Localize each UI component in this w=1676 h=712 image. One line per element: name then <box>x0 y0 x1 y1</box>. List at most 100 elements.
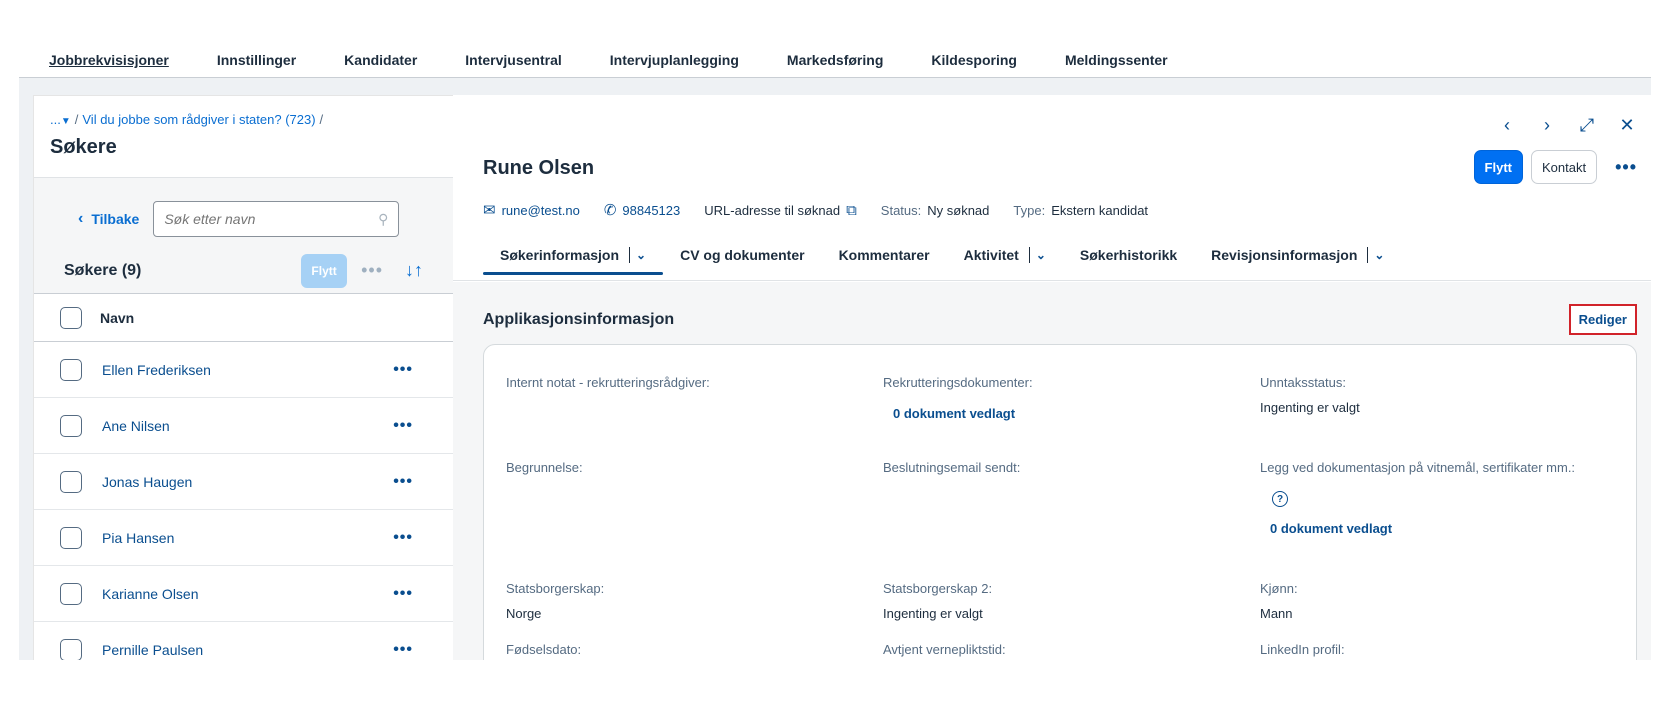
topnav-meldingssenter[interactable]: Meldingssenter <box>1065 52 1168 68</box>
breadcrumb-separator: / <box>74 112 79 127</box>
field-begrunnelse: Begrunnelse: <box>506 460 583 475</box>
field-label: Internt notat - rekrutteringsrådgiver: <box>506 375 710 390</box>
next-icon[interactable]: › <box>1537 115 1557 136</box>
chevron-down-icon[interactable]: ⌄ <box>629 247 646 263</box>
field-fodselsdato: Fødselsdato: <box>506 642 581 657</box>
search-icon[interactable]: ⚲ <box>378 211 388 228</box>
tab-label: Revisjonsinformasjon <box>1211 247 1358 263</box>
field-rekrutteringsdokumenter: Rekrutteringsdokumenter: 0 dokument vedl… <box>883 375 1033 421</box>
field-label: Legg ved dokumentasjon på vitnemål, sert… <box>1260 460 1576 475</box>
tab-label: Kommentarer <box>838 247 930 263</box>
breadcrumb-job[interactable]: Vil du jobbe som rådgiver i staten? (723… <box>82 112 315 127</box>
tab-kommentarer[interactable]: Kommentarer <box>822 235 947 275</box>
attachments-link[interactable]: 0 dokument vedlagt <box>893 406 1033 421</box>
url-label: URL-adresse til søknad <box>704 202 841 218</box>
more-options-icon[interactable]: ••• <box>361 260 383 281</box>
close-icon[interactable]: ✕ <box>1617 115 1637 136</box>
sort-icon[interactable]: ↓↑ <box>405 260 423 281</box>
table-row[interactable]: Karianne Olsen ••• <box>34 566 455 622</box>
search-field[interactable]: ⚲ <box>153 201 400 237</box>
topnav-jobbrekvisisjoner[interactable]: Jobbrekvisisjoner <box>49 52 169 68</box>
more-actions-icon[interactable]: ••• <box>1615 157 1637 178</box>
back-button[interactable]: ‹ Tilbake <box>78 210 139 228</box>
fullscreen-icon[interactable]: ⤢ <box>1577 115 1597 136</box>
edit-button[interactable]: Rediger <box>1568 304 1637 335</box>
row-more-icon[interactable]: ••• <box>393 529 413 547</box>
tab-label: CV og dokumenter <box>680 247 805 263</box>
field-value: Norge <box>506 606 542 621</box>
applicant-name-link[interactable]: Karianne Olsen <box>102 586 393 602</box>
row-more-icon[interactable]: ••• <box>393 473 413 491</box>
applicant-name-link[interactable]: Ellen Frederiksen <box>102 362 393 378</box>
applicant-name: Rune Olsen <box>483 157 595 179</box>
field-label: Beslutningsemail sendt: <box>883 460 1021 475</box>
type-label: Type: <box>1013 202 1046 218</box>
row-checkbox[interactable] <box>60 638 82 660</box>
topnav-kandidater[interactable]: Kandidater <box>344 52 417 68</box>
field-value: Ingenting er valgt <box>1260 400 1360 415</box>
topnav-kildesporing[interactable]: Kildesporing <box>931 52 1017 68</box>
email-item[interactable]: ✉ rune@test.no <box>483 201 580 219</box>
field-label: Kjønn: <box>1260 581 1298 596</box>
topnav-intervjuplanlegging[interactable]: Intervjuplanlegging <box>610 52 739 68</box>
table-row[interactable]: Pernille Paulsen ••• <box>34 622 455 660</box>
email-link[interactable]: rune@test.no <box>502 203 580 218</box>
applicant-name-link[interactable]: Pia Hansen <box>102 530 393 546</box>
table-row[interactable]: Jonas Haugen ••• <box>34 454 455 510</box>
field-legg-ved-dokumentasjon: Legg ved dokumentasjon på vitnemål, sert… <box>1260 460 1575 536</box>
tab-cv-og-dokumenter[interactable]: CV og dokumenter <box>663 235 821 275</box>
flytt-button-disabled[interactable]: Flytt <box>301 253 348 288</box>
topnav-innstillinger[interactable]: Innstillinger <box>217 52 296 68</box>
row-checkbox[interactable] <box>60 358 82 381</box>
row-checkbox[interactable] <box>60 470 82 493</box>
detail-nav-icons: ‹ › ⤢ ✕ <box>1497 115 1637 136</box>
flytt-button[interactable]: Flytt <box>1473 150 1523 184</box>
select-all-checkbox[interactable] <box>60 306 82 329</box>
copy-icon[interactable]: ⧉ <box>846 202 857 219</box>
row-more-icon[interactable]: ••• <box>393 417 413 435</box>
row-more-icon[interactable]: ••• <box>393 361 413 379</box>
field-label: Unntaksstatus: <box>1260 375 1346 390</box>
help-icon[interactable]: ? <box>1272 491 1288 507</box>
field-internt-notat: Internt notat - rekrutteringsrådgiver: <box>506 375 710 390</box>
field-label: LinkedIn profil: <box>1260 642 1345 657</box>
phone-link[interactable]: 98845123 <box>622 203 680 218</box>
search-input[interactable] <box>164 211 379 227</box>
chevron-down-icon[interactable]: ⌄ <box>1028 247 1046 263</box>
topnav-markedsforing[interactable]: Markedsføring <box>787 52 883 68</box>
mail-icon: ✉ <box>483 202 496 219</box>
table-row[interactable]: Ellen Frederiksen ••• <box>34 342 455 398</box>
phone-item[interactable]: ✆ 98845123 <box>604 201 680 219</box>
row-checkbox[interactable] <box>60 582 82 605</box>
field-verneplikt: Avtjent vernepliktstid: <box>883 642 1006 657</box>
tab-sokerinformasjon[interactable]: Søkerinformasjon ⌄ <box>483 235 664 275</box>
applicant-name-link[interactable]: Ane Nilsen <box>102 418 393 434</box>
status-label: Status: <box>880 202 922 218</box>
row-checkbox[interactable] <box>60 526 82 549</box>
tab-sokerhistorikk[interactable]: Søkerhistorikk <box>1063 235 1194 275</box>
row-checkbox[interactable] <box>60 414 82 437</box>
info-card: Internt notat - rekrutteringsrådgiver: R… <box>483 344 1637 660</box>
applicant-list-panel: ...▼ / Vil du jobbe som rådgiver i state… <box>33 95 456 660</box>
breadcrumb-ellipsis[interactable]: ...▼ <box>50 112 71 127</box>
back-label: Tilbake <box>91 211 140 227</box>
topnav-intervjusentral[interactable]: Intervjusentral <box>465 52 561 68</box>
column-name-header: Navn <box>100 309 135 326</box>
applicant-detail-panel: ‹ › ⤢ ✕ Rune Olsen Flytt Kontakt ••• ✉ r… <box>453 95 1651 660</box>
field-label: Rekrutteringsdokumenter: <box>883 375 1033 390</box>
row-more-icon[interactable]: ••• <box>393 641 413 659</box>
applicant-name-link[interactable]: Jonas Haugen <box>102 474 393 490</box>
tab-revisjonsinformasjon[interactable]: Revisjonsinformasjon ⌄ <box>1194 235 1401 275</box>
page-title: Søkere <box>50 136 117 158</box>
applicant-name-link[interactable]: Pernille Paulsen <box>102 642 393 658</box>
attachments-link[interactable]: 0 dokument vedlagt <box>1270 521 1575 536</box>
kontakt-button[interactable]: Kontakt <box>1531 150 1598 184</box>
row-more-icon[interactable]: ••• <box>393 585 413 603</box>
breadcrumb-separator: / <box>319 112 324 127</box>
tab-aktivitet[interactable]: Aktivitet ⌄ <box>947 235 1063 275</box>
previous-icon[interactable]: ‹ <box>1497 115 1517 136</box>
chevron-down-icon[interactable]: ⌄ <box>1367 247 1384 263</box>
detail-tabs: Søkerinformasjon ⌄ CV og dokumenter Komm… <box>483 235 1401 281</box>
table-row[interactable]: Pia Hansen ••• <box>34 510 455 566</box>
table-row[interactable]: Ane Nilsen ••• <box>34 398 455 454</box>
